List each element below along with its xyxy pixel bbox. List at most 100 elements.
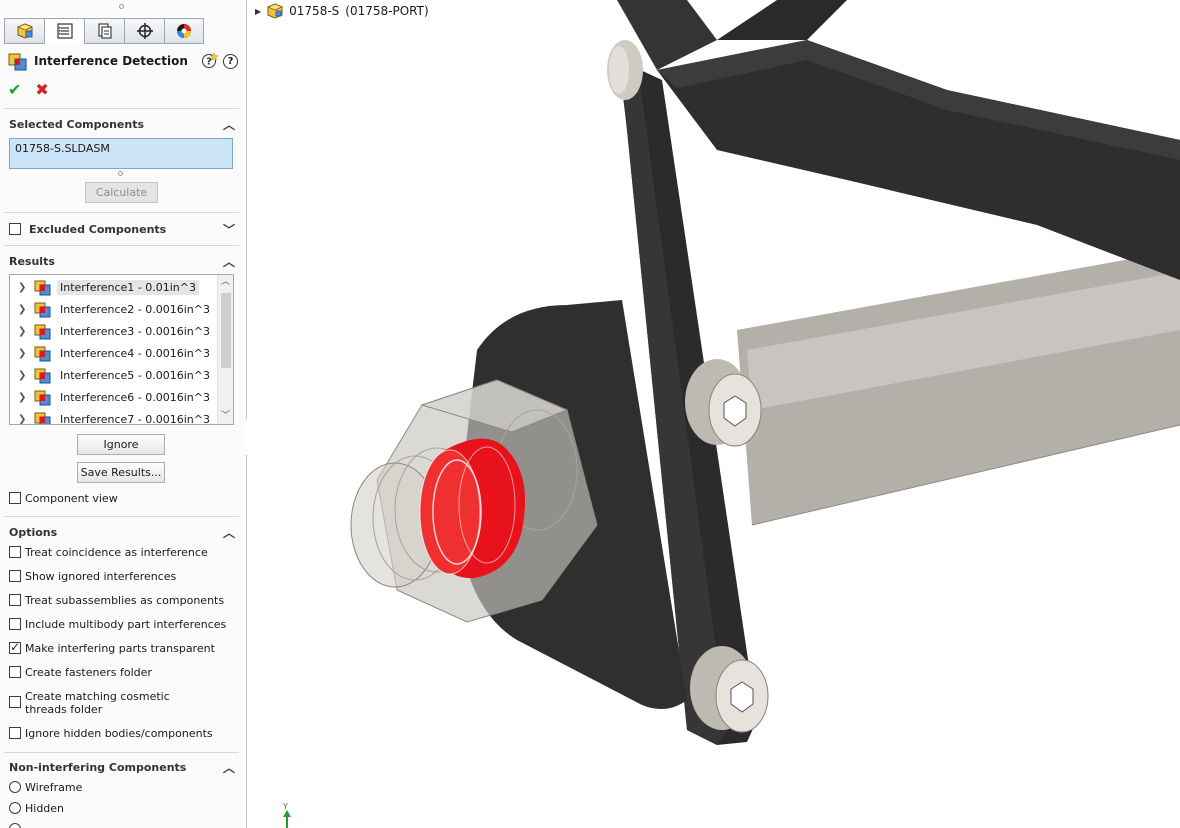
excluded-components-header[interactable]: Excluded Components ﹀ [9, 221, 239, 237]
option-treat-subassemblies[interactable]: Treat subassemblies as components [9, 594, 239, 607]
list-item[interactable]: ❯ Interference2 - 0.0016in^3 [10, 299, 218, 319]
expand-arrow-icon[interactable]: ❯ [18, 282, 32, 293]
section-title: Non-interfering Components [9, 760, 187, 774]
option-label: Create fasteners folder [25, 666, 152, 679]
option-label: Show ignored interferences [25, 570, 177, 583]
tab-configuration-manager[interactable] [84, 18, 124, 44]
option-treat-coincidence[interactable]: Treat coincidence as interference [9, 546, 239, 559]
display-manager-icon [177, 24, 191, 38]
ignore-button[interactable]: Ignore [77, 434, 165, 455]
scrollbar-thumb[interactable] [221, 293, 231, 368]
chevron-up-icon[interactable]: ︿ [223, 116, 235, 133]
results-scrollbar[interactable]: ︿ ﹀ [217, 275, 233, 424]
component-view-option[interactable]: Component view [9, 492, 239, 505]
option-include-multibody[interactable]: Include multibody part interferences [9, 618, 239, 631]
divider [4, 212, 239, 213]
checkbox[interactable] [9, 618, 21, 630]
panel-splitter-handle[interactable] [119, 4, 124, 9]
list-item[interactable]: ❯ Interference7 - 0.0016in^3 [10, 409, 218, 425]
option-create-fasteners-folder[interactable]: Create fasteners folder [9, 666, 239, 679]
manager-tab-bar [4, 18, 204, 44]
option-label: Component view [25, 492, 118, 505]
checkbox[interactable] [9, 640, 21, 654]
whats-wrong-help-icon[interactable]: ? [201, 52, 219, 70]
list-item[interactable]: 01758-S.SLDASM [15, 142, 110, 155]
option-create-cosmetic-threads[interactable]: Create matching cosmetic threads folder [9, 690, 219, 716]
component-view-checkbox[interactable] [9, 492, 21, 504]
tab-property-manager[interactable] [44, 18, 84, 44]
checkbox[interactable] [9, 570, 21, 582]
list-resize-handle[interactable] [118, 171, 123, 176]
cancel-button[interactable]: ✖ [35, 80, 48, 99]
assembly-icon [267, 3, 284, 19]
interference-label: Interference6 - 0.0016in^3 [60, 390, 210, 404]
radio-button[interactable] [9, 781, 21, 793]
upper-arm-top [717, 0, 847, 40]
interference-label: Interference3 - 0.0016in^3 [60, 324, 210, 338]
radio-wireframe[interactable]: Wireframe [9, 781, 239, 794]
expand-arrow-icon[interactable]: ▶ [255, 7, 261, 16]
expand-arrow-icon[interactable]: ❯ [18, 348, 32, 359]
reference-triad: Y [280, 802, 296, 828]
assembly-model-view [350, 0, 1180, 745]
feature-tree-root[interactable]: ▶ 01758-S (01758-PORT) [255, 3, 429, 19]
checkbox[interactable] [9, 727, 21, 739]
graphics-viewport[interactable]: ▶ 01758-S (01758-PORT) Y [247, 0, 1180, 828]
selected-components-header[interactable]: Selected Components ︿ [9, 116, 239, 132]
interference-icon [34, 368, 51, 384]
list-item[interactable]: ❯ Interference1 - 0.01in^3 [10, 277, 218, 297]
chevron-up-icon[interactable]: ︿ [223, 524, 235, 541]
radio-button[interactable] [9, 823, 21, 828]
expand-arrow-icon[interactable]: ❯ [18, 414, 32, 425]
tab-dimxpert-manager[interactable] [124, 18, 164, 44]
chevron-down-icon[interactable]: ﹀ [223, 221, 235, 238]
radio-button[interactable] [9, 802, 21, 814]
divider [4, 108, 239, 109]
checkbox[interactable] [9, 666, 21, 678]
radio-partial[interactable] [9, 823, 239, 828]
selected-components-list[interactable]: 01758-S.SLDASM [9, 138, 233, 169]
calculate-button[interactable]: Calculate [85, 182, 158, 203]
excluded-components-toggle[interactable]: Excluded Components [9, 223, 166, 236]
section-title: Options [9, 525, 58, 539]
tab-feature-manager[interactable] [4, 18, 44, 44]
checkbox[interactable] [9, 594, 21, 606]
tab-display-manager[interactable] [164, 18, 204, 44]
checkbox[interactable] [9, 546, 21, 558]
checkbox[interactable] [9, 696, 21, 708]
option-show-ignored[interactable]: Show ignored interferences [9, 570, 239, 583]
list-item[interactable]: ❯ Interference3 - 0.0016in^3 [10, 321, 218, 341]
interference-detection-icon [8, 53, 27, 71]
list-item[interactable]: ❯ Interference6 - 0.0016in^3 [10, 387, 218, 407]
ok-button[interactable]: ✔ [8, 80, 21, 99]
chevron-up-icon[interactable]: ︿ [223, 253, 235, 270]
interference-icon [34, 324, 51, 340]
expand-arrow-icon[interactable]: ❯ [18, 370, 32, 381]
interference-icon [34, 346, 51, 362]
results-list[interactable]: ❯ Interference1 - 0.01in^3 ❯ Interferenc… [9, 274, 234, 425]
option-ignore-hidden[interactable]: Ignore hidden bodies/components [9, 727, 239, 740]
radio-hidden[interactable]: Hidden [9, 802, 239, 815]
interference-icon [34, 412, 51, 424]
non-interfering-header[interactable]: Non-interfering Components ︿ [9, 759, 239, 775]
list-item[interactable]: ❯ Interference5 - 0.0016in^3 [10, 365, 218, 385]
expand-arrow-icon[interactable]: ❯ [18, 392, 32, 403]
list-item[interactable]: ❯ Interference4 - 0.0016in^3 [10, 343, 218, 363]
svg-text:?: ? [206, 57, 212, 68]
results-header[interactable]: Results ︿ [9, 253, 239, 269]
property-manager-titlebar: Interference Detection ? ? [8, 51, 238, 71]
save-results-button[interactable]: Save Results... [77, 462, 165, 483]
help-icon[interactable]: ? [223, 53, 238, 69]
expand-arrow-icon[interactable]: ❯ [18, 326, 32, 337]
option-make-transparent[interactable]: Make interfering parts transparent [9, 640, 239, 655]
excluded-components-checkbox[interactable] [9, 223, 21, 235]
dimxpert-icon [136, 23, 153, 39]
chevron-up-icon[interactable]: ︿ [223, 759, 235, 776]
feature-manager-icon [16, 23, 33, 39]
scroll-down-icon[interactable]: ﹀ [218, 409, 233, 424]
scroll-up-icon[interactable]: ︿ [218, 275, 233, 290]
section-title: Excluded Components [29, 222, 167, 236]
property-manager-icon [56, 23, 73, 39]
expand-arrow-icon[interactable]: ❯ [18, 304, 32, 315]
options-header[interactable]: Options ︿ [9, 524, 239, 540]
